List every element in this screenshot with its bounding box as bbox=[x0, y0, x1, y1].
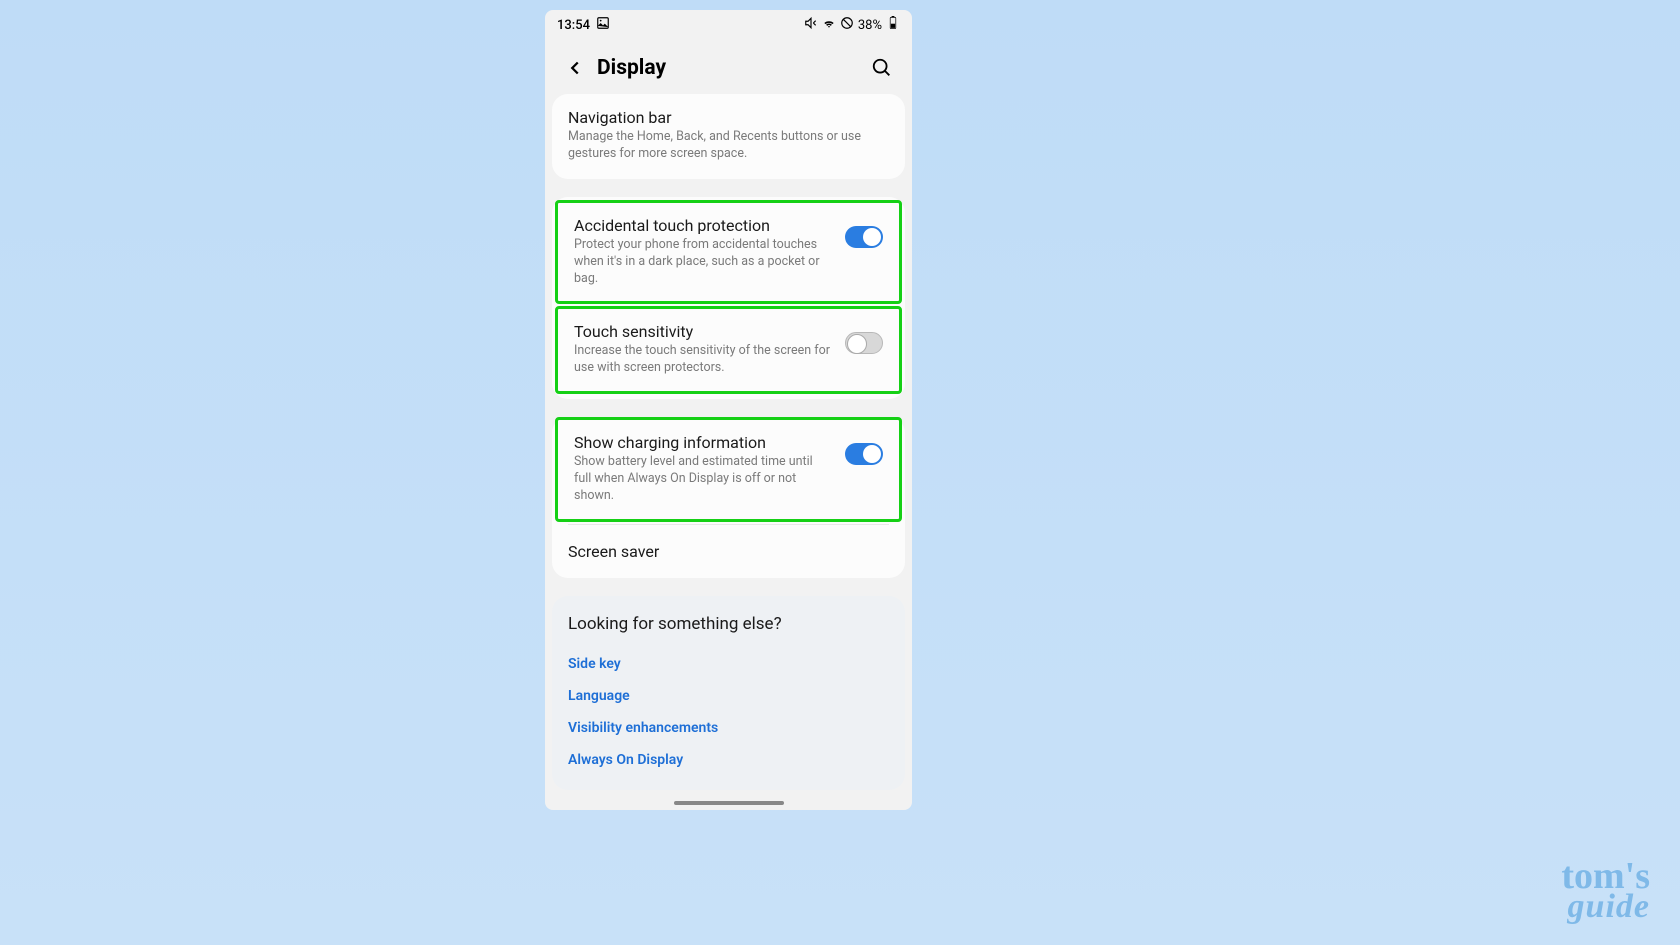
nav-desc: Manage the Home, Back, and Recents butto… bbox=[568, 129, 889, 163]
screen-saver-item[interactable]: Screen saver bbox=[552, 525, 905, 578]
no-sim-icon bbox=[840, 16, 854, 34]
watermark: tom's guide bbox=[1561, 860, 1650, 923]
home-indicator[interactable] bbox=[674, 801, 784, 805]
looking-for-card: Looking for something else? Side key Lan… bbox=[552, 596, 905, 790]
back-button[interactable] bbox=[563, 56, 587, 80]
sensitivity-toggle[interactable] bbox=[845, 332, 883, 354]
sensitivity-title: Touch sensitivity bbox=[574, 322, 833, 341]
charging-info-item[interactable]: Show charging information Show battery l… bbox=[558, 420, 899, 519]
status-time: 13:54 bbox=[557, 18, 590, 33]
wifi-icon bbox=[822, 16, 836, 34]
search-button[interactable] bbox=[870, 56, 894, 80]
navigation-bar-item[interactable]: Navigation bar Manage the Home, Back, an… bbox=[552, 94, 905, 179]
charging-toggle[interactable] bbox=[845, 443, 883, 465]
accidental-title: Accidental touch protection bbox=[574, 216, 833, 235]
nav-title: Navigation bar bbox=[568, 108, 889, 127]
page-header: Display bbox=[545, 40, 912, 94]
link-language[interactable]: Language bbox=[568, 680, 889, 712]
link-aod[interactable]: Always On Display bbox=[568, 744, 889, 776]
charging-desc: Show battery level and estimated time un… bbox=[574, 454, 833, 505]
accidental-desc: Protect your phone from accidental touch… bbox=[574, 237, 833, 288]
image-icon bbox=[596, 16, 610, 34]
battery-percent: 38% bbox=[858, 18, 882, 33]
link-side-key[interactable]: Side key bbox=[568, 648, 889, 680]
mute-icon bbox=[804, 16, 818, 34]
watermark-line2: guide bbox=[1561, 892, 1650, 923]
touch-sensitivity-item[interactable]: Touch sensitivity Increase the touch sen… bbox=[558, 309, 899, 391]
link-visibility[interactable]: Visibility enhancements bbox=[568, 712, 889, 744]
accidental-touch-item[interactable]: Accidental touch protection Protect your… bbox=[558, 203, 899, 302]
phone-frame: 13:54 38% Display Navigation bar Manage … bbox=[545, 10, 912, 810]
page-title: Display bbox=[597, 56, 870, 80]
sensitivity-desc: Increase the touch sensitivity of the sc… bbox=[574, 343, 833, 377]
status-bar: 13:54 38% bbox=[545, 10, 912, 40]
looking-title: Looking for something else? bbox=[568, 614, 889, 634]
accidental-toggle[interactable] bbox=[845, 226, 883, 248]
battery-icon bbox=[886, 16, 900, 34]
charging-title: Show charging information bbox=[574, 433, 833, 452]
